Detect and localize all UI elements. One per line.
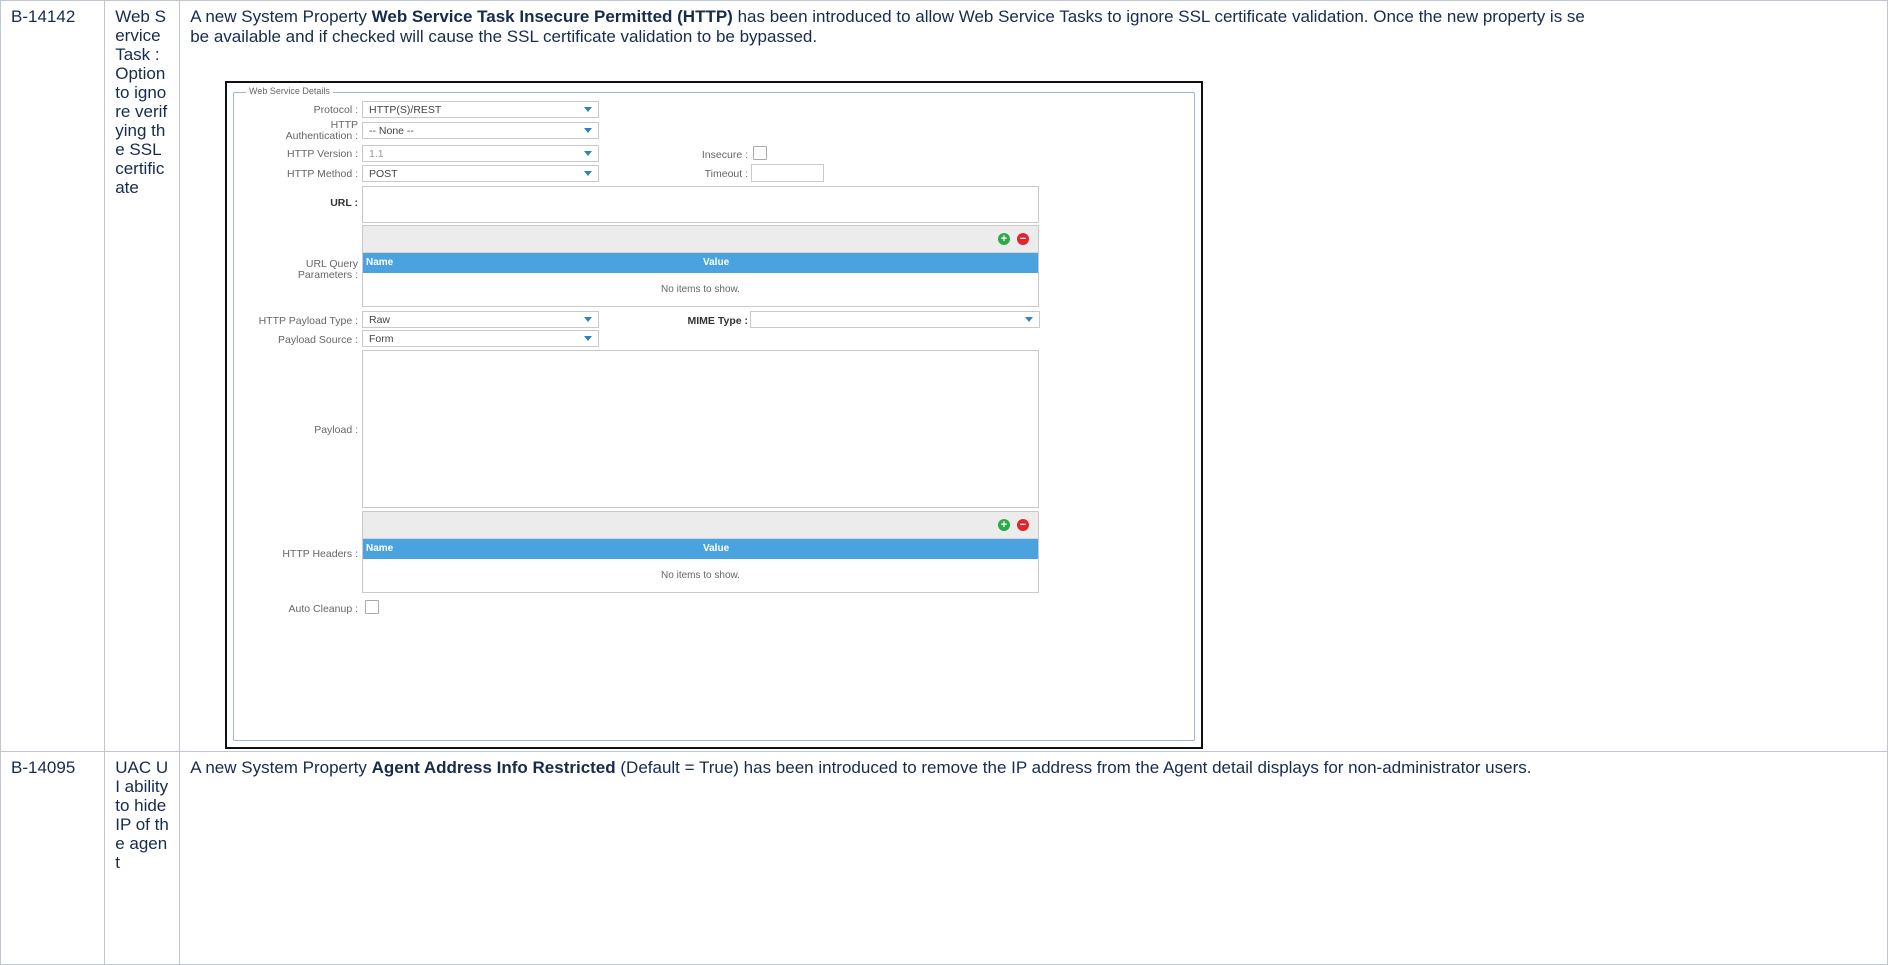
method-value: POST	[369, 168, 398, 180]
description-text: A new System Property	[190, 7, 372, 26]
protocol-label: Protocol :	[313, 104, 358, 116]
auto-cleanup-checkbox[interactable]	[365, 600, 379, 614]
authentication-value: -- None --	[369, 125, 414, 137]
chevron-down-icon	[584, 336, 592, 341]
issue-id-cell: B-14095	[0, 751, 106, 965]
insecure-checkbox[interactable]	[753, 146, 767, 160]
web-service-details-fieldset: Web Service Details Protocol : HTTP(S)/R…	[233, 86, 1195, 741]
headers-label: HTTP Headers :	[282, 548, 358, 560]
timeout-input[interactable]	[751, 164, 824, 182]
payload-label: Payload :	[314, 424, 358, 436]
mime-type-select[interactable]	[750, 311, 1040, 328]
description-text: (Default = True) has been introduced to …	[615, 758, 1532, 777]
chevron-down-icon	[584, 107, 592, 112]
chevron-down-icon	[584, 151, 592, 156]
protocol-select[interactable]: HTTP(S)/REST	[362, 101, 599, 118]
column-header-name[interactable]: Name	[366, 257, 393, 268]
method-label: HTTP Method :	[287, 168, 358, 180]
issue-title-cell: Web Service Task : Option to ignore veri…	[104, 0, 181, 752]
auth-label-line-2: Authentication :	[285, 130, 358, 142]
column-header-value[interactable]: Value	[703, 257, 729, 268]
payload-type-value: Raw	[369, 314, 391, 326]
url-input[interactable]	[362, 186, 1039, 223]
property-name: Web Service Task Insecure Permitted (HTT…	[371, 7, 733, 26]
payload-textarea[interactable]	[362, 350, 1039, 508]
grid-header: Name Value	[363, 253, 1038, 273]
headers-grid: Name Value No items to show.	[362, 511, 1039, 593]
issue-title: UAC UI ability to hide IP of the agent	[115, 758, 169, 872]
grid-header: Name Value	[363, 539, 1038, 559]
issue-description-cell: A new System Property Agent Address Info…	[179, 751, 1888, 965]
issue-id: B-14095	[11, 758, 76, 777]
add-icon[interactable]	[998, 233, 1010, 245]
issue-id: B-14142	[11, 7, 76, 26]
issue-id-cell: B-14142	[0, 0, 106, 752]
column-header-value[interactable]: Value	[703, 543, 729, 554]
version-label: HTTP Version :	[287, 148, 358, 160]
query-params-grid: Name Value No items to show.	[362, 225, 1039, 307]
grid-toolbar	[363, 226, 1038, 253]
authentication-select[interactable]: -- None --	[362, 122, 599, 139]
payload-type-select[interactable]: Raw	[362, 311, 599, 328]
version-select[interactable]: 1.1	[362, 145, 599, 162]
issue-description-line-2: be available and if checked will cause t…	[190, 27, 818, 46]
version-value: 1.1	[369, 148, 384, 160]
payload-source-value: Form	[369, 333, 394, 345]
property-name: Agent Address Info Restricted	[371, 758, 616, 777]
payload-source-label: Payload Source :	[278, 334, 358, 346]
grid-toolbar	[363, 512, 1038, 539]
issue-title: Web Service Task : Option to ignore veri…	[115, 7, 168, 197]
chevron-down-icon	[584, 317, 592, 322]
method-select[interactable]: POST	[362, 165, 599, 182]
timeout-label: Timeout :	[704, 168, 748, 180]
insecure-label: Insecure :	[701, 149, 748, 161]
issue-title-cell: UAC UI ability to hide IP of the agent	[104, 751, 181, 965]
payload-source-select[interactable]: Form	[362, 330, 599, 347]
protocol-value: HTTP(S)/REST	[369, 104, 442, 116]
add-icon[interactable]	[998, 519, 1010, 531]
remove-icon[interactable]	[1017, 519, 1029, 531]
web-service-details-screenshot: Web Service Details Protocol : HTTP(S)/R…	[225, 81, 1203, 749]
chevron-down-icon	[584, 171, 592, 176]
column-header-name[interactable]: Name	[366, 543, 393, 554]
auto-cleanup-label: Auto Cleanup :	[288, 603, 358, 615]
grid-empty-message: No items to show.	[661, 284, 740, 295]
issue-description: A new System Property Agent Address Info…	[190, 758, 1877, 778]
url-label: URL :	[330, 197, 358, 209]
table-row: B-14095 UAC UI ability to hide IP of the…	[0, 751, 1888, 965]
grid-empty-message: No items to show.	[661, 570, 740, 581]
description-text: A new System Property	[190, 758, 372, 777]
payload-type-label: HTTP Payload Type :	[258, 315, 358, 327]
fieldset-legend: Web Service Details	[246, 86, 333, 96]
query-params-label-line-2: Parameters :	[297, 269, 358, 281]
chevron-down-icon	[584, 128, 592, 133]
description-text: has been introduced to allow Web Service…	[732, 7, 1585, 26]
mime-type-label: MIME Type :	[687, 315, 748, 327]
issue-description: A new System Property Web Service Task I…	[190, 7, 1877, 27]
remove-icon[interactable]	[1017, 233, 1029, 245]
chevron-down-icon	[1025, 317, 1033, 322]
